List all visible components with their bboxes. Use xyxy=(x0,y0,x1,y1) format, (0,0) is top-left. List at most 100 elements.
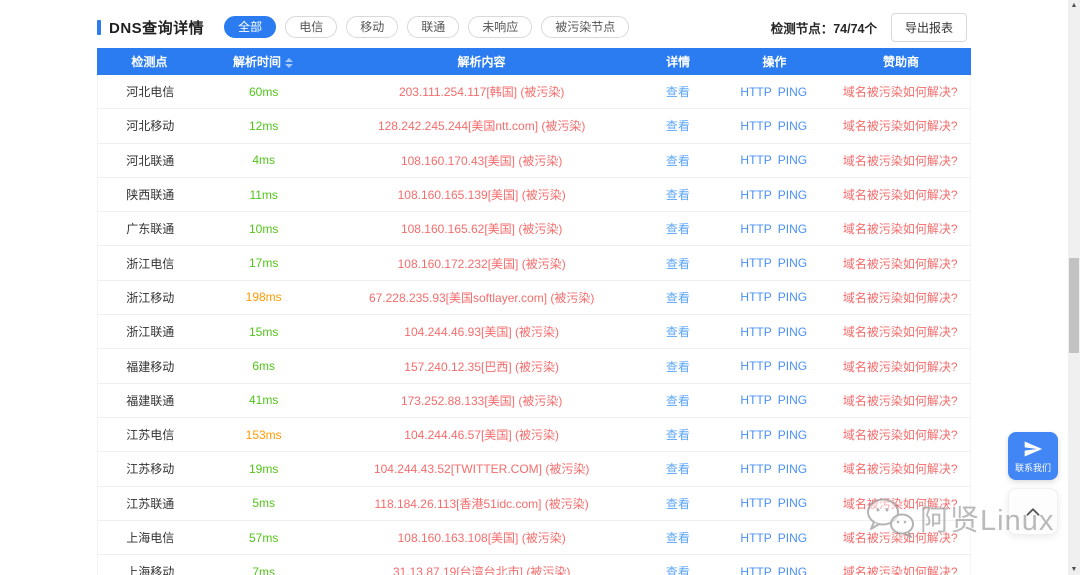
filter-telecom[interactable]: 电信 xyxy=(285,16,337,38)
sponsor-link[interactable]: 域名被污染如何解决? xyxy=(843,531,958,545)
http-link[interactable]: HTTP xyxy=(740,256,771,270)
ping-link[interactable]: PING xyxy=(778,359,807,373)
view-link[interactable]: 查看 xyxy=(666,257,690,271)
ping-link[interactable]: PING xyxy=(778,256,807,270)
ping-link[interactable]: PING xyxy=(778,565,807,575)
filter-all[interactable]: 全部 xyxy=(224,16,276,38)
filter-mobile[interactable]: 移动 xyxy=(346,16,398,38)
http-link[interactable]: HTTP xyxy=(740,359,771,373)
http-link[interactable]: HTTP xyxy=(740,565,771,575)
http-link[interactable]: HTTP xyxy=(740,119,771,133)
view-link[interactable]: 查看 xyxy=(666,85,690,99)
filter-polluted-nodes[interactable]: 被污染节点 xyxy=(541,16,629,38)
node-name: 上海移动 xyxy=(98,563,203,575)
header-operation: 操作 xyxy=(718,53,832,70)
scrollbar[interactable]: ▲ ▼ xyxy=(1068,0,1080,575)
sponsor-link[interactable]: 域名被污染如何解决? xyxy=(843,462,958,476)
node-name: 福建移动 xyxy=(98,358,203,375)
view-link[interactable]: 查看 xyxy=(666,497,690,511)
sponsor-link[interactable]: 域名被污染如何解决? xyxy=(843,154,958,168)
http-link[interactable]: HTTP xyxy=(740,85,771,99)
ping-link[interactable]: PING xyxy=(778,188,807,202)
chevron-up-icon xyxy=(1022,501,1044,523)
sponsor-link[interactable]: 域名被污染如何解决? xyxy=(843,188,958,202)
http-link[interactable]: HTTP xyxy=(740,496,771,510)
http-link[interactable]: HTTP xyxy=(740,531,771,545)
ping-link[interactable]: PING xyxy=(778,393,807,407)
export-report-button[interactable]: 导出报表 xyxy=(891,13,967,42)
view-link[interactable]: 查看 xyxy=(666,291,690,305)
table-row: 陕西联通 11ms 108.160.165.139[美国] (被污染) 查看 H… xyxy=(97,178,971,212)
ping-link[interactable]: PING xyxy=(778,153,807,167)
view-link[interactable]: 查看 xyxy=(666,325,690,339)
http-link[interactable]: HTTP xyxy=(740,222,771,236)
sort-icon[interactable] xyxy=(285,58,293,68)
sponsor-link[interactable]: 域名被污染如何解决? xyxy=(843,257,958,271)
http-link[interactable]: HTTP xyxy=(740,290,771,304)
header-resolve-content: 解析内容 xyxy=(324,53,639,70)
ping-link[interactable]: PING xyxy=(778,325,807,339)
view-link[interactable]: 查看 xyxy=(666,565,690,575)
http-link[interactable]: HTTP xyxy=(740,428,771,442)
node-name: 陕西联通 xyxy=(98,186,203,203)
filter-pills: 全部 电信 移动 联通 未响应 被污染节点 xyxy=(224,16,629,38)
ping-link[interactable]: PING xyxy=(778,119,807,133)
resolve-time: 4ms xyxy=(203,153,325,167)
sponsor-link[interactable]: 域名被污染如何解决? xyxy=(843,428,958,442)
scroll-down-arrow[interactable]: ▼ xyxy=(1068,566,1080,573)
resolve-time: 60ms xyxy=(203,85,325,99)
header-resolve-time[interactable]: 解析时间 xyxy=(202,53,324,70)
table-header-row: 检测点 解析时间 解析内容 详情 操作 赞助商 xyxy=(97,48,971,75)
resolve-time: 6ms xyxy=(203,359,325,373)
view-link[interactable]: 查看 xyxy=(666,428,690,442)
view-link[interactable]: 查看 xyxy=(666,222,690,236)
scroll-up-arrow[interactable]: ▲ xyxy=(1068,2,1080,9)
ping-link[interactable]: PING xyxy=(778,290,807,304)
view-link[interactable]: 查看 xyxy=(666,462,690,476)
sponsor-link[interactable]: 域名被污染如何解决? xyxy=(843,119,958,133)
view-link[interactable]: 查看 xyxy=(666,394,690,408)
ping-link[interactable]: PING xyxy=(778,222,807,236)
back-to-top-button[interactable] xyxy=(1008,488,1058,535)
table-row: 江苏联通 5ms 118.184.26.113[香港51idc.com] (被污… xyxy=(97,487,971,521)
sponsor-link[interactable]: 域名被污染如何解决? xyxy=(843,85,958,99)
filter-unicom[interactable]: 联通 xyxy=(407,16,459,38)
table-row: 浙江移动 198ms 67.228.235.93[美国softlayer.com… xyxy=(97,281,971,315)
http-link[interactable]: HTTP xyxy=(740,462,771,476)
sponsor-link[interactable]: 域名被污染如何解决? xyxy=(843,291,958,305)
view-link[interactable]: 查看 xyxy=(666,360,690,374)
http-link[interactable]: HTTP xyxy=(740,153,771,167)
ping-link[interactable]: PING xyxy=(778,462,807,476)
sponsor-link[interactable]: 域名被污染如何解决? xyxy=(843,222,958,236)
ping-link[interactable]: PING xyxy=(778,428,807,442)
ping-link[interactable]: PING xyxy=(778,531,807,545)
sponsor-link[interactable]: 域名被污染如何解决? xyxy=(843,360,958,374)
node-name: 河北电信 xyxy=(98,83,203,100)
filter-no-response[interactable]: 未响应 xyxy=(468,16,532,38)
resolve-time: 15ms xyxy=(203,325,325,339)
sponsor-link[interactable]: 域名被污染如何解决? xyxy=(843,394,958,408)
scrollbar-thumb[interactable] xyxy=(1069,258,1079,353)
view-link[interactable]: 查看 xyxy=(666,531,690,545)
sponsor-link[interactable]: 域名被污染如何解决? xyxy=(843,325,958,339)
resolve-time: 41ms xyxy=(203,393,325,407)
sponsor-link[interactable]: 域名被污染如何解决? xyxy=(843,497,958,511)
view-link[interactable]: 查看 xyxy=(666,119,690,133)
resolve-time: 10ms xyxy=(203,222,325,236)
http-link[interactable]: HTTP xyxy=(740,325,771,339)
view-link[interactable]: 查看 xyxy=(666,154,690,168)
table-row: 广东联通 10ms 108.160.165.62[美国] (被污染) 查看 HT… xyxy=(97,212,971,246)
dns-result-table: 检测点 解析时间 解析内容 详情 操作 赞助商 河北电信 60ms 203.11… xyxy=(97,48,971,575)
view-link[interactable]: 查看 xyxy=(666,188,690,202)
node-name: 河北移动 xyxy=(98,117,203,134)
sponsor-link[interactable]: 域名被污染如何解决? xyxy=(843,565,958,575)
resolve-time: 19ms xyxy=(203,462,325,476)
node-name: 江苏联通 xyxy=(98,495,203,512)
node-name: 浙江移动 xyxy=(98,289,203,306)
ping-link[interactable]: PING xyxy=(778,496,807,510)
table-row: 江苏电信 153ms 104.244.46.57[美国] (被污染) 查看 HT… xyxy=(97,418,971,452)
http-link[interactable]: HTTP xyxy=(740,188,771,202)
ping-link[interactable]: PING xyxy=(778,85,807,99)
http-link[interactable]: HTTP xyxy=(740,393,771,407)
contact-us-button[interactable]: 联系我们 xyxy=(1008,432,1058,480)
